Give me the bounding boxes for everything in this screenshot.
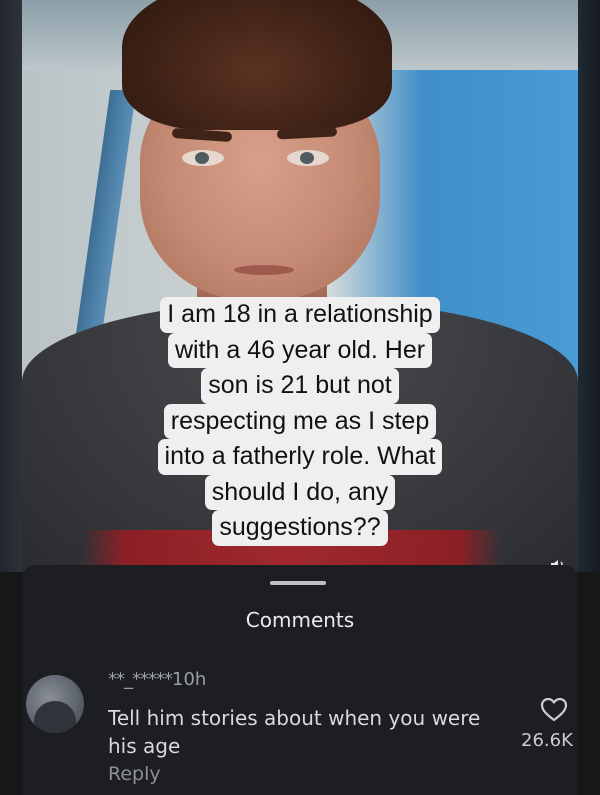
caption-line: into a fatherly role. What	[157, 439, 443, 475]
caption-line: respecting me as I step	[163, 403, 437, 439]
right-eye	[287, 150, 329, 166]
caption-line: with a 46 year old. Her	[167, 332, 433, 368]
caption-line: suggestions??	[212, 510, 388, 546]
comments-sheet	[22, 565, 578, 795]
caption-line: son is 21 but not	[201, 368, 399, 404]
caption-line: should I do, any	[204, 474, 396, 510]
comment-time: 10h	[172, 669, 207, 690]
heart-outline-icon[interactable]	[540, 697, 568, 723]
comments-title: Comments	[245, 608, 355, 632]
comment-username[interactable]: **_*****	[108, 669, 173, 690]
comment-meta: **_*****10h	[108, 669, 206, 690]
caption-line: I am 18 in a relationship	[160, 297, 440, 333]
like-count: 26.6K	[521, 730, 573, 751]
mouth	[234, 265, 294, 275]
sheet-drag-handle[interactable]	[270, 581, 326, 585]
avatar[interactable]	[26, 675, 84, 733]
video-caption: I am 18 in a relationship with a 46 year…	[0, 297, 600, 546]
comment-text: Tell him stories about when you were his…	[108, 706, 481, 758]
person-hair	[122, 0, 392, 130]
left-eye	[182, 150, 224, 166]
reply-button[interactable]: Reply	[108, 763, 161, 785]
